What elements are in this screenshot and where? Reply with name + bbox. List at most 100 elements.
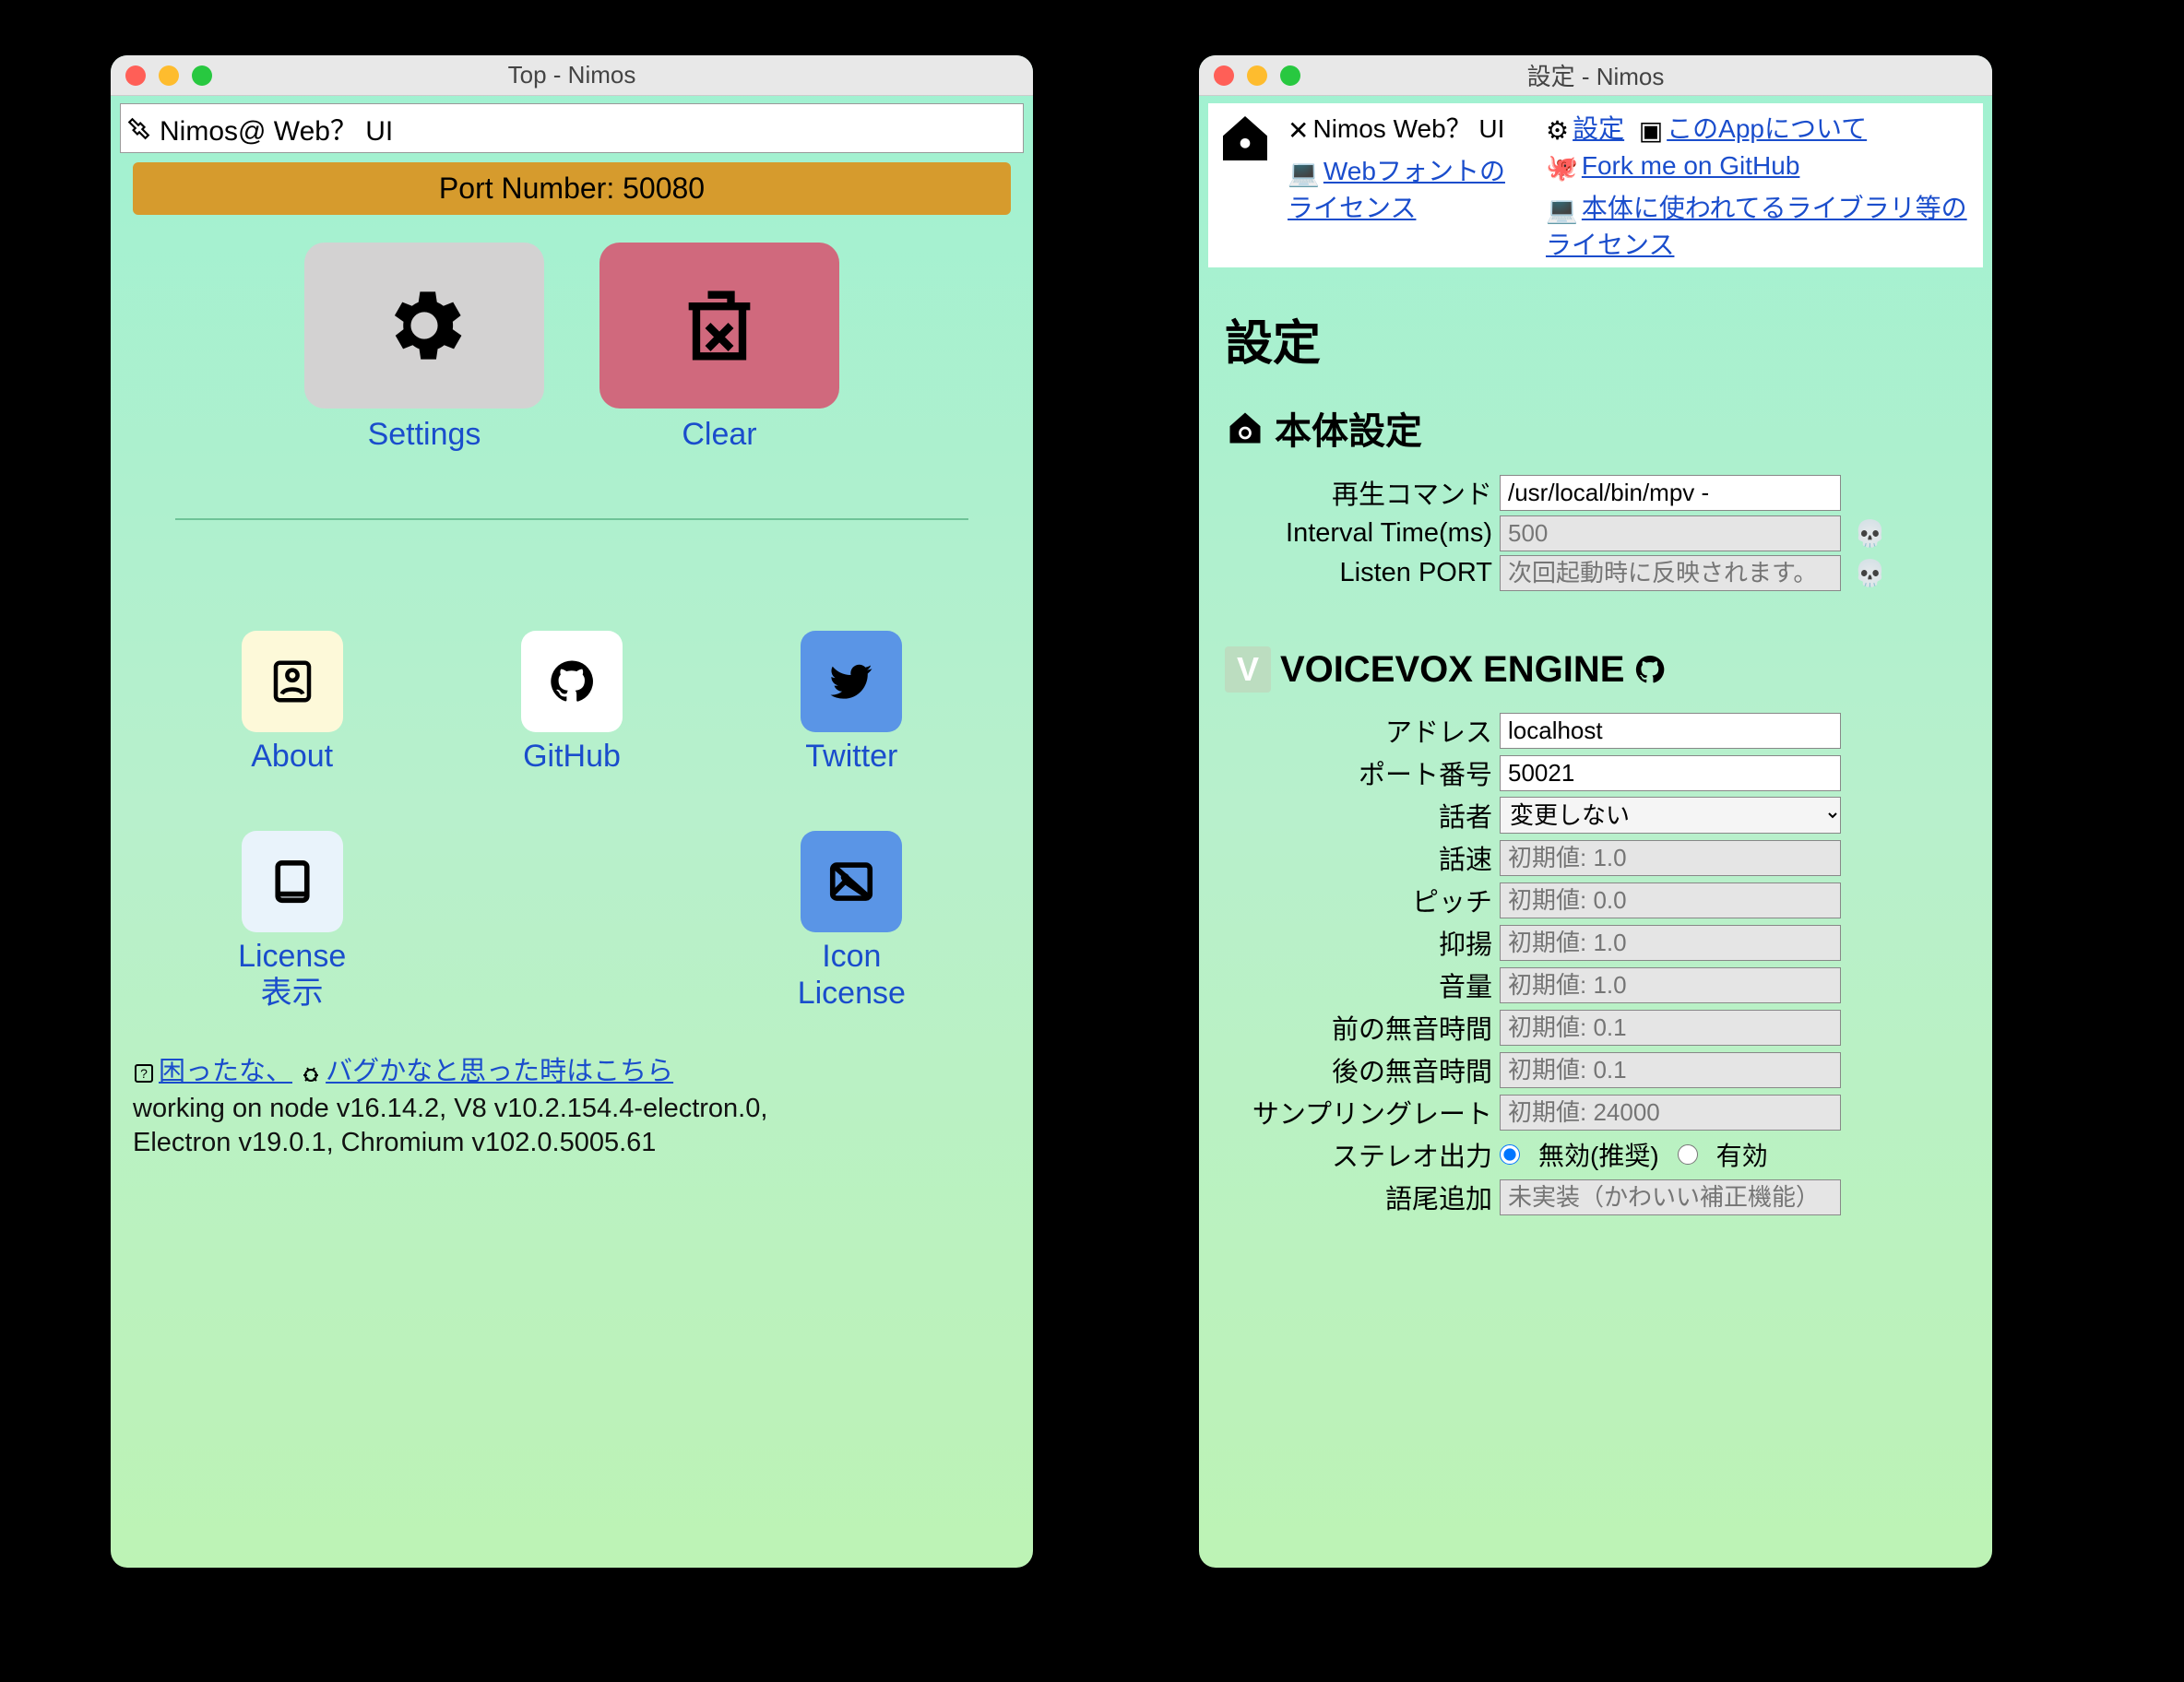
divider	[175, 518, 968, 520]
image-icon	[826, 857, 876, 906]
close-icon[interactable]	[1214, 65, 1234, 86]
vv-addr-input[interactable]	[1500, 713, 1841, 749]
settings-icon-box	[304, 243, 544, 409]
zoom-icon[interactable]	[192, 65, 212, 86]
listen-label: Listen PORT	[1225, 558, 1492, 588]
traffic-lights	[125, 65, 212, 86]
vv-port-label: ポート番号	[1225, 753, 1492, 792]
nav-fork[interactable]: Fork me on GitHub	[1582, 151, 1800, 180]
vv-suffix-input[interactable]	[1500, 1179, 1841, 1215]
nav-liblicense[interactable]: 本体に使われてるライブラリ等のライセンス	[1546, 194, 1967, 259]
page-heading: 設定	[1225, 304, 1966, 373]
license-label: License 表示	[238, 938, 346, 1013]
laptop-icon: 💻	[1288, 158, 1320, 188]
titlebar: Top - Nimos	[111, 55, 1033, 96]
port-banner: Port Number: 50080	[133, 162, 1011, 215]
window-settings: 設定 - Nimos ✕Nimos Web？ UI 💻Webフォントのライセンス…	[1199, 55, 1992, 1568]
settings-label: Settings	[368, 416, 481, 454]
help-link-1[interactable]: 困ったな、	[159, 1057, 292, 1086]
vv-intonation-label: 抑揚	[1225, 923, 1492, 962]
vv-stereo-label: ステレオ出力	[1225, 1135, 1492, 1174]
vv-postsilence-input[interactable]	[1500, 1052, 1841, 1088]
nav-webfont[interactable]: Webフォントのライセンス	[1288, 157, 1505, 222]
skull-icon: 💀	[1854, 558, 1886, 588]
clear-tile[interactable]: Clear	[599, 243, 839, 454]
info-icon: ▣	[1639, 115, 1663, 146]
minimize-icon[interactable]	[159, 65, 179, 86]
stereo-off-radio[interactable]	[1500, 1144, 1520, 1165]
minimize-icon[interactable]	[1247, 65, 1267, 86]
laptop-icon: 💻	[1546, 195, 1578, 225]
play-cmd-input[interactable]	[1500, 475, 1841, 511]
tools-icon: ✕	[1288, 115, 1309, 146]
footer-links: ? 困ったな、 バグかなと思った時はこちら	[133, 1049, 1011, 1088]
vv-port-input[interactable]	[1500, 755, 1841, 791]
version-line-1: working on node v16.14.2, V8 v10.2.154.4…	[133, 1094, 1011, 1124]
vv-pitch-input[interactable]	[1500, 882, 1841, 918]
nav: ✕Nimos Web？ UI 💻Webフォントのライセンス ⚙設定 ▣このApp…	[1208, 103, 1983, 267]
vv-speaker-label: 話者	[1225, 796, 1492, 835]
vv-speed-label: 話速	[1225, 838, 1492, 877]
voicevox-badge-icon: V	[1225, 646, 1271, 693]
traffic-lights	[1214, 65, 1300, 86]
vv-sample-input[interactable]	[1500, 1095, 1841, 1131]
window-title: 設定 - Nimos	[1199, 58, 1992, 92]
iconlicense-label: Icon License	[798, 938, 906, 1013]
github-icon[interactable]	[1633, 653, 1667, 686]
row-interval: Interval Time(ms) 💀	[1225, 515, 1966, 551]
home-gear-icon	[1225, 408, 1265, 448]
close-icon[interactable]	[125, 65, 146, 86]
vv-speaker-select[interactable]: 変更しない	[1500, 797, 1841, 834]
stereo-off-label: 無効(推奨)	[1538, 1136, 1659, 1173]
vv-pitch-label: ピッチ	[1225, 881, 1492, 919]
tools-icon	[126, 116, 150, 140]
help-icon: ?	[133, 1062, 155, 1084]
about-tile[interactable]: About	[175, 631, 409, 776]
vv-suffix-label: 語尾追加	[1225, 1178, 1492, 1216]
gear-icon: ⚙	[1546, 115, 1569, 146]
vv-intonation-input[interactable]	[1500, 925, 1841, 961]
vv-speed-input[interactable]	[1500, 840, 1841, 876]
vv-sample-label: サンプリングレート	[1225, 1093, 1492, 1131]
skull-icon: 💀	[1854, 518, 1886, 549]
stereo-on-radio[interactable]	[1678, 1144, 1698, 1165]
titlebar: 設定 - Nimos	[1199, 55, 1992, 96]
github-label: GitHub	[523, 738, 621, 776]
twitter-label: Twitter	[805, 738, 897, 776]
vv-presilence-label: 前の無音時間	[1225, 1008, 1492, 1047]
vv-volume-label: 音量	[1225, 965, 1492, 1004]
zoom-icon[interactable]	[1280, 65, 1300, 86]
section-main-heading: 本体設定	[1225, 401, 1966, 455]
section-vv-heading: V VOICEVOX ENGINE	[1225, 646, 1966, 693]
iconlicense-tile[interactable]: Icon License	[735, 831, 968, 1013]
gear-icon	[378, 279, 470, 372]
stereo-on-label: 有効	[1716, 1136, 1768, 1173]
github-icon: 🐙	[1546, 152, 1578, 183]
interval-label: Interval Time(ms)	[1225, 518, 1492, 549]
vv-postsilence-label: 後の無音時間	[1225, 1050, 1492, 1089]
clear-icon-box	[599, 243, 839, 409]
row-listen-port: Listen PORT 💀	[1225, 555, 1966, 591]
about-icon	[267, 657, 317, 706]
window-top: Top - Nimos Nimos@ Web？ UI Port Number: …	[111, 55, 1033, 1568]
interval-input[interactable]	[1500, 515, 1841, 551]
settings-tile[interactable]: Settings	[304, 243, 544, 454]
nav-about[interactable]: このAppについて	[1667, 114, 1867, 143]
github-tile[interactable]: GitHub	[455, 631, 688, 776]
nav-home[interactable]	[1216, 109, 1275, 168]
toolbar-label: Nimos@ Web？ UI	[160, 108, 393, 148]
vv-volume-input[interactable]	[1500, 967, 1841, 1003]
help-link-2[interactable]: バグかなと思った時はこちら	[326, 1057, 673, 1086]
license-tile[interactable]: License 表示	[175, 831, 409, 1013]
toolbar: Nimos@ Web？ UI	[120, 103, 1024, 153]
twitter-tile[interactable]: Twitter	[735, 631, 968, 776]
document-icon	[267, 857, 317, 906]
vv-presilence-input[interactable]	[1500, 1010, 1841, 1046]
bug-icon	[300, 1062, 322, 1084]
nav-settings[interactable]: 設定	[1573, 114, 1624, 143]
version-line-2: Electron v19.0.1, Chromium v102.0.5005.6…	[133, 1128, 1011, 1158]
svg-text:?: ?	[140, 1066, 148, 1081]
nav-brand: ✕Nimos Web？ UI	[1288, 109, 1527, 146]
listen-input[interactable]	[1500, 555, 1841, 591]
vv-addr-label: アドレス	[1225, 711, 1492, 750]
